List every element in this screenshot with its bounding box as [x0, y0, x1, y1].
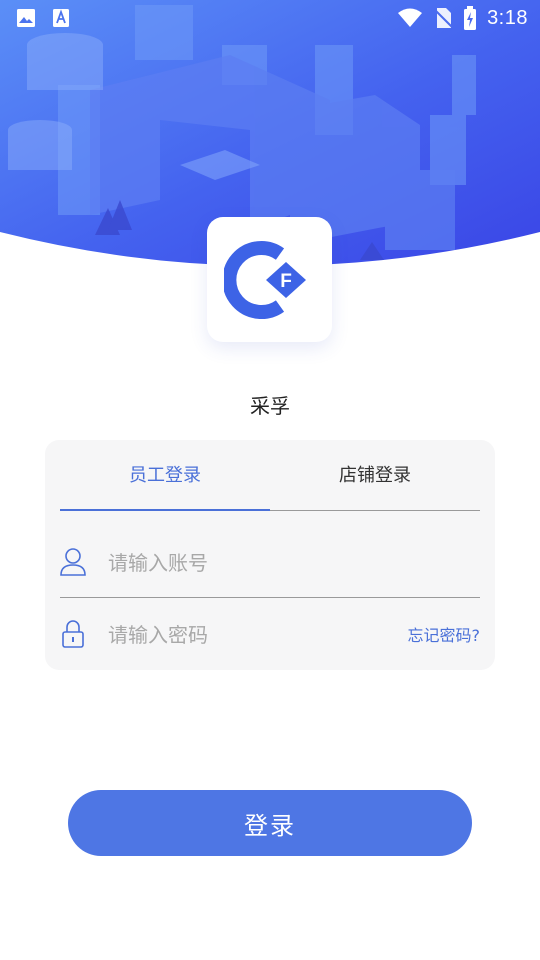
tab-shop-login[interactable]: 店铺登录 — [270, 440, 480, 512]
account-row — [60, 526, 480, 598]
app-logo-icon: F — [223, 240, 306, 319]
text-icon — [53, 9, 69, 27]
tab-staff-login[interactable]: 员工登录 — [60, 440, 270, 512]
status-right: 3:18 — [397, 6, 528, 30]
battery-charging-icon — [464, 6, 477, 30]
password-input[interactable] — [106, 616, 380, 654]
login-tabs: 员工登录 店铺登录 — [60, 440, 480, 512]
login-button[interactable]: 登录 — [68, 790, 472, 856]
app-logo-card: F — [207, 217, 332, 342]
forgot-password-link[interactable]: 忘记密码? — [408, 622, 481, 646]
lock-icon — [62, 620, 84, 648]
status-bar: 3:18 — [0, 0, 540, 36]
status-time: 3:18 — [487, 6, 528, 29]
account-input[interactable] — [106, 544, 380, 582]
password-row: 忘记密码? — [60, 598, 480, 670]
logo-letter: F — [280, 271, 292, 292]
image-icon — [17, 9, 35, 27]
no-sim-icon — [434, 8, 453, 28]
user-icon — [60, 548, 86, 576]
login-card: 员工登录 店铺登录 忘记密码? — [45, 440, 495, 670]
status-left-icons — [16, 8, 70, 28]
app-name: 采孚 — [250, 394, 290, 418]
wifi-icon — [398, 8, 423, 27]
active-tab-indicator — [60, 509, 270, 511]
